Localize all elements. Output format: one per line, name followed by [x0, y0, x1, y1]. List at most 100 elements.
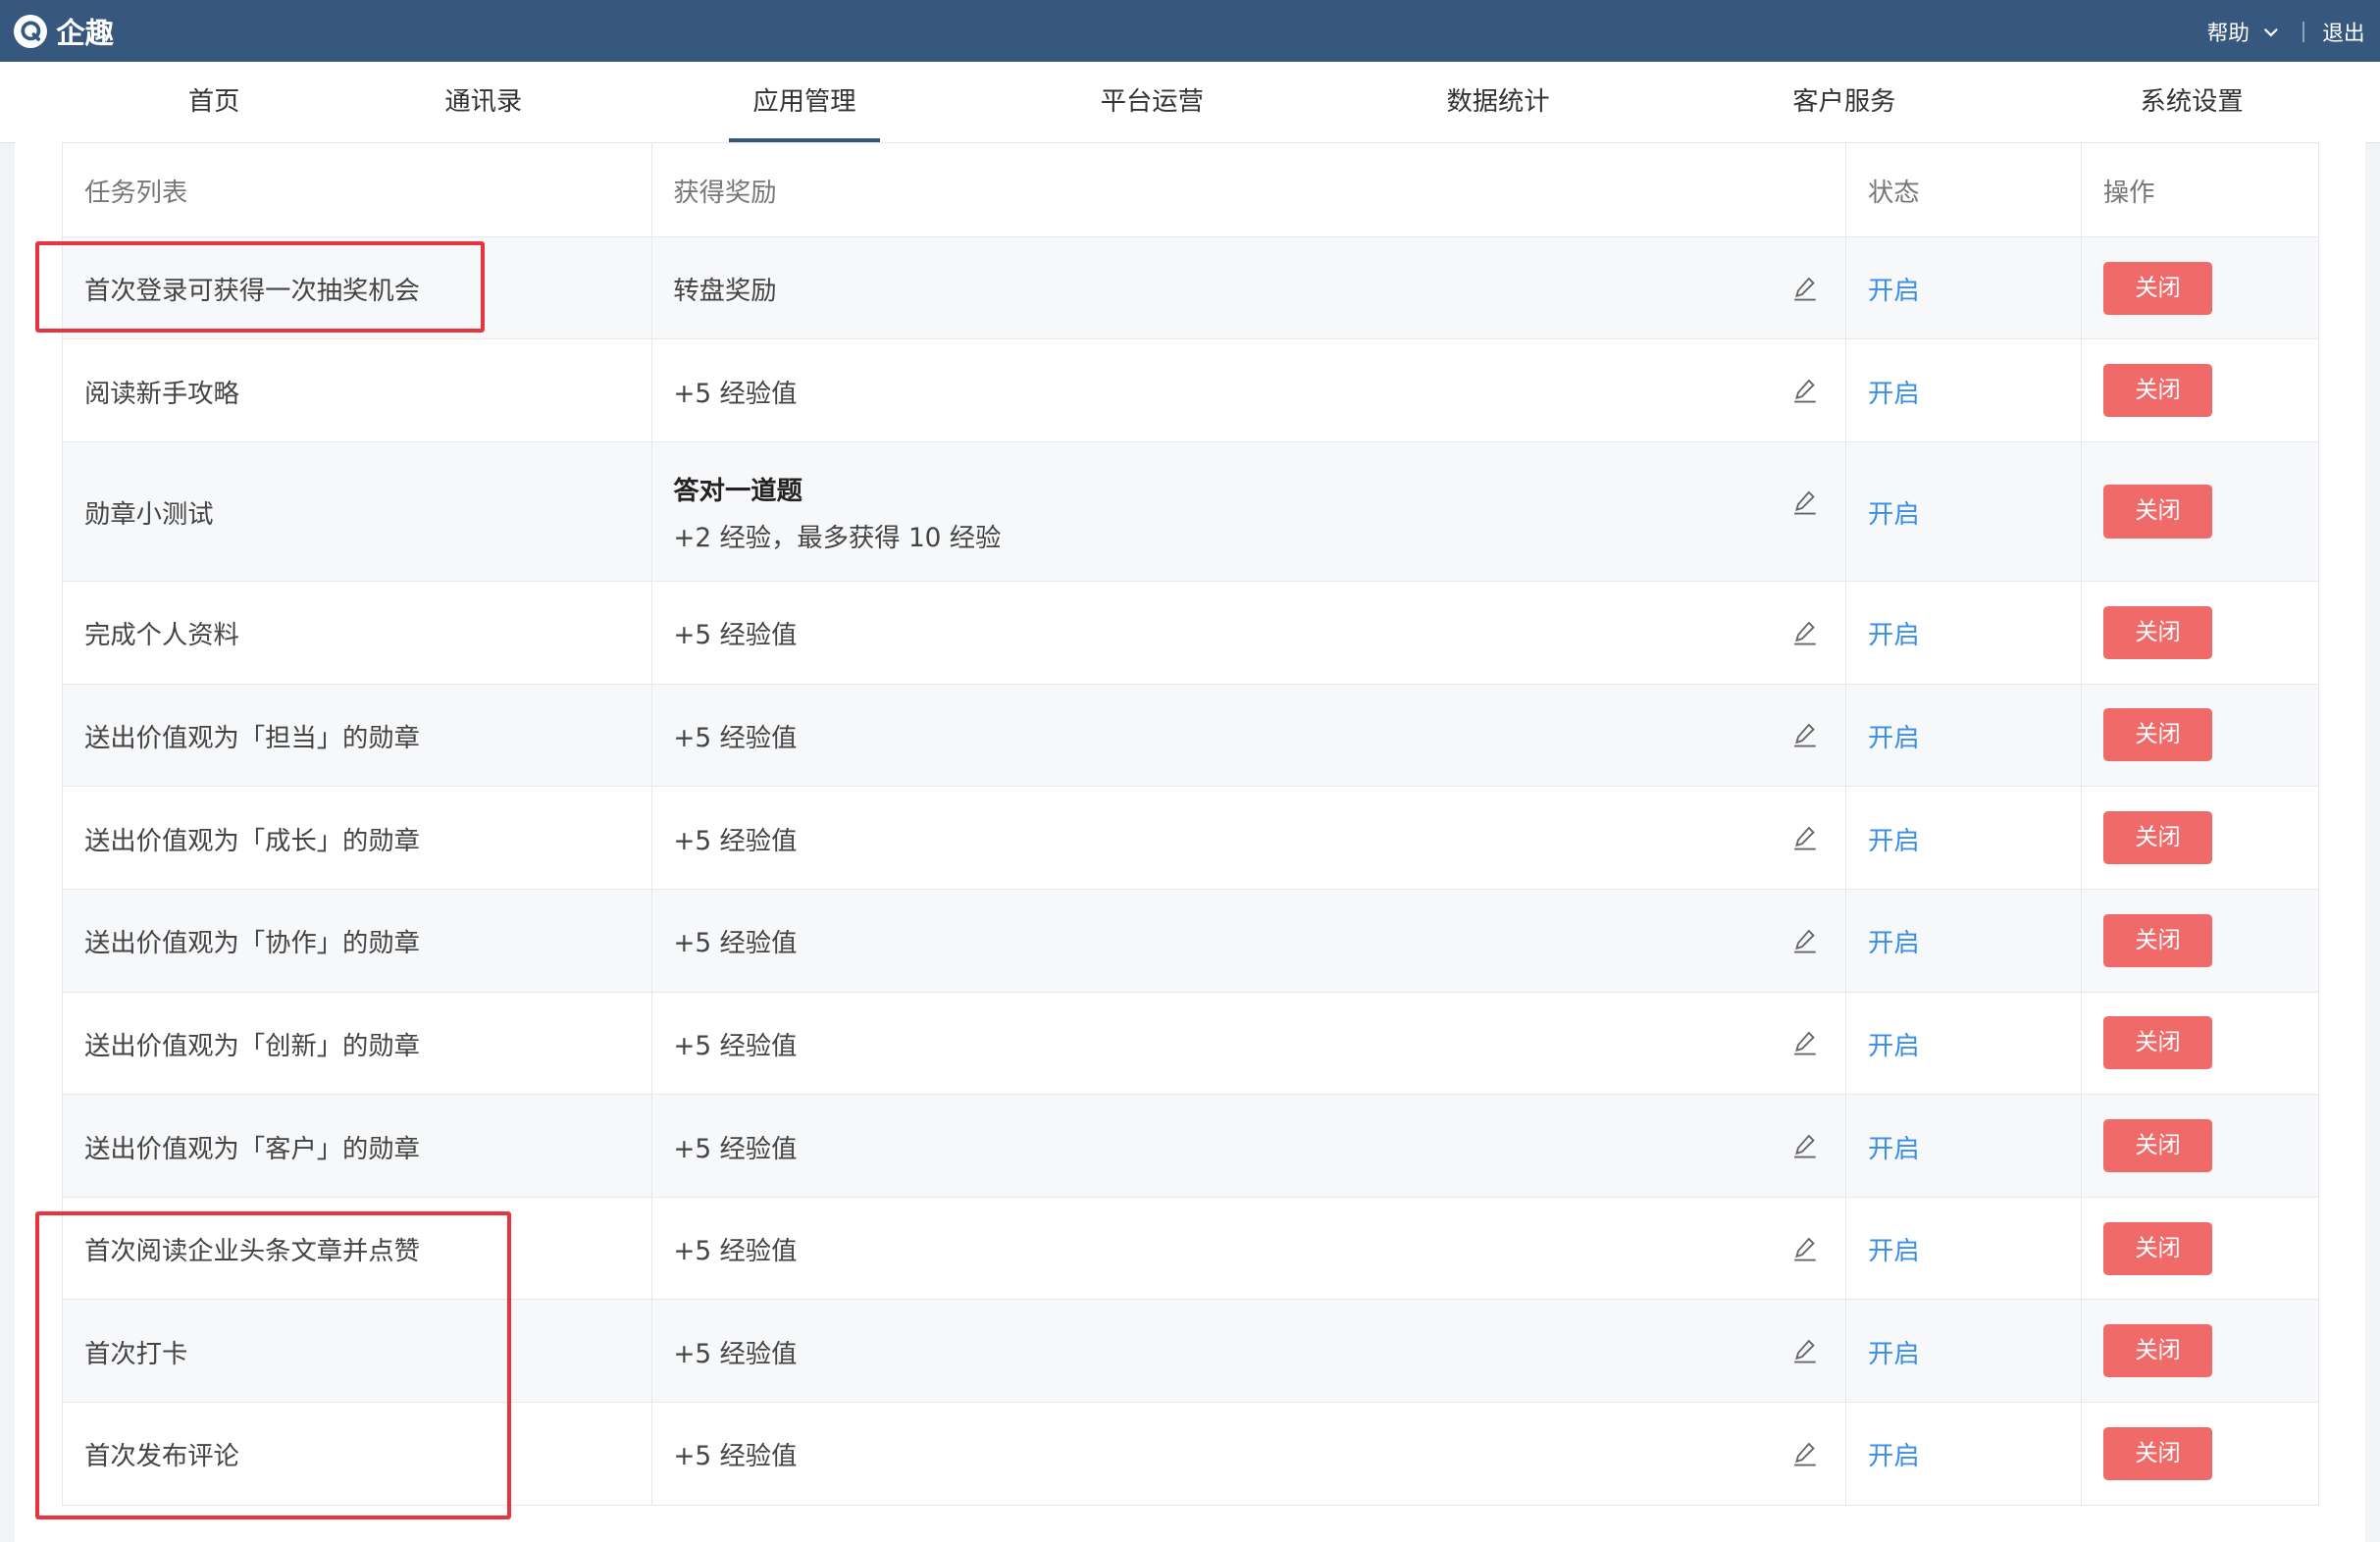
close-button[interactable]: 关闭 — [2102, 1016, 2213, 1070]
main-nav: 首页 通讯录 应用管理 平台运营 数据统计 客户服务 系统设置 — [0, 62, 2380, 144]
pencil-icon[interactable] — [1791, 927, 1819, 954]
status-open-link[interactable]: 开启 — [1868, 929, 1920, 958]
status-open-link[interactable]: 开启 — [1868, 827, 1920, 856]
pencil-icon[interactable] — [1791, 619, 1819, 646]
close-button[interactable]: 关闭 — [2102, 485, 2213, 539]
tab-app-management[interactable]: 应用管理 — [728, 62, 881, 143]
help-menu[interactable]: 帮助 — [2207, 17, 2282, 47]
status-cell: 开启 — [1845, 786, 2083, 890]
column-header-reward: 获得奖励 — [650, 142, 1847, 237]
reward-text: +5 经验值 — [673, 929, 798, 959]
action-cell: 关闭 — [2081, 786, 2319, 890]
status-open-link[interactable]: 开启 — [1868, 621, 1920, 650]
reward-title: 答对一道题 — [673, 476, 802, 506]
column-header-action: 操作 — [2081, 142, 2319, 237]
table-row: 送出价值观为「担当」的勋章 +5 经验值 开启 关闭 — [62, 683, 2319, 788]
table-row: 阅读新手攻略 +5 经验值 开启 关闭 — [62, 338, 2319, 443]
close-button[interactable]: 关闭 — [2102, 1118, 2213, 1173]
reward-cell: +5 经验值 — [650, 338, 1847, 443]
pencil-icon[interactable] — [1791, 488, 1819, 516]
status-open-link[interactable]: 开启 — [1868, 1340, 1920, 1369]
reward-text: +2 经验，最多获得 10 经验 — [673, 524, 1002, 554]
pencil-icon[interactable] — [1791, 1029, 1819, 1056]
status-cell: 开启 — [1845, 1196, 2083, 1301]
pencil-icon[interactable] — [1791, 1132, 1819, 1159]
pencil-icon[interactable] — [1791, 1337, 1819, 1364]
pencil-icon[interactable] — [1791, 1235, 1819, 1262]
table-header-row: 任务列表 获得奖励 状态 操作 — [62, 142, 2319, 237]
close-button[interactable]: 关闭 — [2102, 1324, 2213, 1378]
close-button[interactable]: 关闭 — [2102, 605, 2213, 659]
reward-cell: +5 经验值 — [650, 683, 1847, 788]
action-cell: 关闭 — [2081, 1196, 2319, 1301]
status-open-link[interactable]: 开启 — [1868, 724, 1920, 753]
reward-cell: +5 经验值 — [650, 991, 1847, 1096]
table-row: 勋章小测试 答对一道题 +2 经验，最多获得 10 经验 开启 关闭 — [62, 441, 2319, 582]
chevron-down-icon — [2263, 27, 2278, 37]
tab-customer-service[interactable]: 客户服务 — [1792, 62, 1895, 142]
table-row: 首次发布评论 +5 经验值 开启 关闭 — [62, 1402, 2319, 1506]
reward-text: +5 经验值 — [673, 826, 798, 856]
action-cell: 关闭 — [2081, 235, 2319, 340]
close-button[interactable]: 关闭 — [2102, 708, 2213, 762]
divider — [2302, 21, 2304, 43]
table-row: 首次登录可获得一次抽奖机会 转盘奖励 开启 关闭 — [62, 235, 2319, 340]
logout-link[interactable]: 退出 — [2322, 17, 2364, 47]
pencil-icon[interactable] — [1791, 721, 1819, 748]
top-bar: 企趣 帮助 退出 — [0, 0, 2380, 63]
reward-cell: +5 经验值 — [650, 888, 1847, 993]
task-name: 勋章小测试 — [62, 441, 652, 582]
pencil-icon[interactable] — [1791, 824, 1819, 851]
status-cell: 开启 — [1845, 580, 2083, 685]
action-cell: 关闭 — [2081, 1299, 2319, 1404]
reward-text: +5 经验值 — [673, 621, 798, 651]
reward-cell: +5 经验值 — [650, 1196, 1847, 1301]
close-button[interactable]: 关闭 — [2102, 1221, 2213, 1275]
task-name: 完成个人资料 — [62, 580, 652, 685]
column-header-task: 任务列表 — [62, 142, 652, 237]
action-cell: 关闭 — [2081, 1094, 2319, 1198]
status-open-link[interactable]: 开启 — [1868, 1237, 1920, 1266]
table-row: 送出价值观为「成长」的勋章 +5 经验值 开启 关闭 — [62, 786, 2319, 890]
reward-text: +5 经验值 — [673, 1339, 798, 1369]
task-name: 送出价值观为「创新」的勋章 — [62, 991, 652, 1096]
tab-contacts[interactable]: 通讯录 — [444, 62, 522, 142]
status-cell: 开启 — [1845, 1094, 2083, 1198]
pencil-icon[interactable] — [1791, 1440, 1819, 1467]
reward-cell: +5 经验值 — [650, 1402, 1847, 1506]
app-logo[interactable]: 企趣 — [13, 12, 114, 50]
close-button[interactable]: 关闭 — [2102, 1426, 2213, 1481]
status-cell: 开启 — [1845, 338, 2083, 443]
reward-text: +5 经验值 — [673, 1442, 798, 1472]
status-open-link[interactable]: 开启 — [1868, 1442, 1920, 1471]
reward-text: 转盘奖励 — [673, 277, 777, 307]
close-button[interactable]: 关闭 — [2102, 261, 2213, 315]
pencil-icon[interactable] — [1791, 275, 1819, 302]
table-row: 送出价值观为「协作」的勋章 +5 经验值 开启 关闭 — [62, 888, 2319, 993]
close-button[interactable]: 关闭 — [2102, 364, 2213, 418]
tab-statistics[interactable]: 数据统计 — [1446, 62, 1549, 142]
action-cell: 关闭 — [2081, 441, 2319, 582]
logo-icon — [13, 14, 47, 48]
pencil-icon[interactable] — [1791, 377, 1819, 404]
status-open-link[interactable]: 开启 — [1868, 1032, 1920, 1061]
status-open-link[interactable]: 开启 — [1868, 1135, 1920, 1164]
tab-platform-operations[interactable]: 平台运营 — [1101, 62, 1204, 142]
top-right-actions: 帮助 退出 — [2207, 17, 2365, 47]
status-open-link[interactable]: 开启 — [1868, 380, 1920, 409]
tab-system-settings[interactable]: 系统设置 — [2141, 62, 2244, 142]
action-cell: 关闭 — [2081, 580, 2319, 685]
close-button[interactable]: 关闭 — [2102, 810, 2213, 865]
status-open-link[interactable]: 开启 — [1868, 277, 1920, 306]
tab-home[interactable]: 首页 — [188, 62, 240, 142]
table-row: 送出价值观为「客户」的勋章 +5 经验值 开启 关闭 — [62, 1094, 2319, 1198]
action-cell: 关闭 — [2081, 991, 2319, 1096]
status-cell: 开启 — [1845, 1299, 2083, 1404]
task-name: 送出价值观为「协作」的勋章 — [62, 888, 652, 993]
task-name: 送出价值观为「成长」的勋章 — [62, 786, 652, 890]
table-row: 完成个人资料 +5 经验值 开启 关闭 — [62, 580, 2319, 685]
status-open-link[interactable]: 开启 — [1868, 500, 1920, 530]
close-button[interactable]: 关闭 — [2102, 913, 2213, 967]
task-table: 任务列表 获得奖励 状态 操作 首次登录可获得一次抽奖机会 转盘奖励 开启 关闭… — [62, 142, 2319, 1506]
help-label: 帮助 — [2206, 22, 2250, 47]
